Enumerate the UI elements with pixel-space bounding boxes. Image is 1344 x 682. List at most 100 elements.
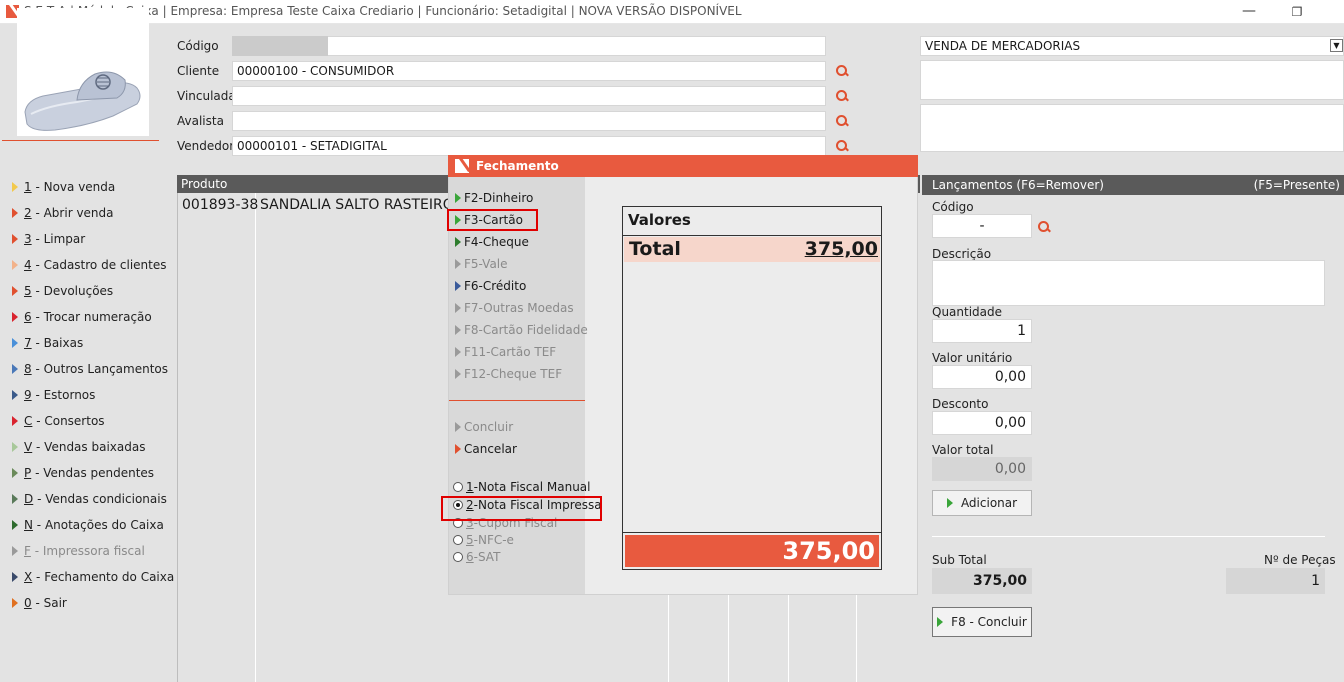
sidebar-item-5[interactable]: 5 - Devoluções: [12, 281, 113, 301]
total-value: 375,00: [804, 238, 878, 260]
sidebar-item-label: - Fechamento do Caixa: [32, 570, 175, 584]
lanc-codigo-input[interactable]: -: [932, 214, 1032, 238]
play-icon: [455, 259, 461, 269]
codigo-label: Código: [177, 39, 219, 53]
total-label: Total: [629, 238, 681, 260]
arrow-icon: [12, 520, 18, 530]
sidebar-item-p[interactable]: P - Vendas pendentes: [12, 463, 154, 483]
radio-button[interactable]: [453, 552, 463, 562]
sidebar-item-4[interactable]: 4 - Cadastro de clientes: [12, 255, 167, 275]
sidebar-item-v[interactable]: V - Vendas baixadas: [12, 437, 145, 457]
app-logo: [455, 159, 469, 173]
vendedor-label: Vendedor: [177, 139, 235, 153]
cliente-field[interactable]: 00000100 - CONSUMIDOR: [232, 61, 826, 81]
doc-option-6[interactable]: 6 -SAT: [453, 549, 500, 565]
lancamentos-header: Lançamentos (F6=Remover) (F5=Presente): [922, 175, 1344, 195]
vinculada-search-icon[interactable]: [835, 89, 849, 103]
sidebar-item-label: - Impressora fiscal: [30, 544, 145, 558]
cliente-search-icon[interactable]: [835, 64, 849, 78]
valores-bottom-separator: [623, 532, 881, 533]
sidebar-item-key: V: [24, 440, 33, 454]
venda-tipo-select[interactable]: VENDA DE MERCADORIAS: [920, 36, 1344, 56]
play-icon: [455, 237, 461, 247]
payment-f2-dinheiro[interactable]: F2-Dinheiro: [455, 189, 533, 207]
sidebar-item-9[interactable]: 9 - Estornos: [12, 385, 95, 405]
payment-f12-cheque-tef[interactable]: F12-Cheque TEF: [455, 365, 562, 383]
play-icon: [455, 369, 461, 379]
observacao-box-2[interactable]: [920, 104, 1344, 152]
lanc-codigo-search-icon[interactable]: [1037, 220, 1051, 234]
doc-option-key: 1: [466, 480, 474, 494]
play-icon: [937, 617, 944, 627]
radio-button[interactable]: [453, 535, 463, 545]
doc-option-label: -Nota Fiscal Manual: [473, 480, 591, 494]
payment-f11-cart-o-tef[interactable]: F11-Cartão TEF: [455, 343, 556, 361]
valores-title: Valores: [628, 211, 691, 229]
restore-button[interactable]: ❐: [1286, 2, 1308, 22]
sidebar-item-8[interactable]: 8 - Outros Lançamentos: [12, 359, 168, 379]
sidebar-item-key: 4: [24, 258, 32, 272]
sidebar-item-key: 8: [24, 362, 32, 376]
sidebar-item-c[interactable]: C - Consertos: [12, 411, 105, 431]
avalista-label: Avalista: [177, 114, 224, 128]
lanc-quantidade-input[interactable]: 1: [932, 319, 1032, 343]
sidebar-item-key: 0: [24, 596, 32, 610]
sidebar-item-7[interactable]: 7 - Baixas: [12, 333, 83, 353]
arrow-icon: [12, 468, 18, 478]
lanc-descricao-label: Descrição: [932, 247, 992, 261]
payment-f8-cart-o-fidelidade[interactable]: F8-Cartão Fidelidade: [455, 321, 588, 339]
lanc-valor-total-label: Valor total: [932, 443, 994, 457]
grid-cell-description[interactable]: SANDALIA SALTO RASTEIRO: [260, 197, 454, 213]
subtotal-label: Sub Total: [932, 553, 987, 567]
lanc-valor-unitario-input[interactable]: 0,00: [932, 365, 1032, 389]
modal-cancelar-button[interactable]: Cancelar: [455, 440, 517, 458]
doc-option-1[interactable]: 1 -Nota Fiscal Manual: [453, 479, 590, 495]
payment-label: F2-Dinheiro: [464, 191, 534, 205]
sidebar-item-f[interactable]: F - Impressora fiscal: [12, 541, 145, 561]
sidebar-item-1[interactable]: 1 - Nova venda: [12, 177, 115, 197]
avalista-field[interactable]: [232, 111, 826, 131]
lanc-desconto-input[interactable]: 0,00: [932, 411, 1032, 435]
sidebar-item-key: D: [24, 492, 34, 506]
modal-concluir-button[interactable]: Concluir: [455, 418, 513, 436]
concluir-f8-button[interactable]: F8 - Concluir: [932, 607, 1032, 637]
sidebar-item-n[interactable]: N - Anotações do Caixa: [12, 515, 164, 535]
sidebar-item-label: - Sair: [31, 596, 67, 610]
radio-button[interactable]: [453, 482, 463, 492]
sidebar-item-3[interactable]: 3 - Limpar: [12, 229, 85, 249]
lanc-descricao-input[interactable]: [932, 260, 1325, 306]
sidebar-item-2[interactable]: 2 - Abrir venda: [12, 203, 114, 223]
sidebar-item-label: - Vendas condicionais: [33, 492, 167, 506]
sidebar-item-key: 5: [24, 284, 32, 298]
sidebar-item-x[interactable]: X - Fechamento do Caixa: [12, 567, 174, 587]
payment-f6-cr-dito[interactable]: F6-Crédito: [455, 277, 526, 295]
sidebar-item-6[interactable]: 6 - Trocar numeração: [12, 307, 152, 327]
avalista-search-icon[interactable]: [835, 114, 849, 128]
vendedor-search-icon[interactable]: [835, 139, 849, 153]
sidebar-item-label: - Baixas: [31, 336, 84, 350]
sidebar-item-label: - Vendas baixadas: [32, 440, 146, 454]
play-icon: [455, 422, 461, 432]
sidebar-item-0[interactable]: 0 - Sair: [12, 593, 67, 613]
sidebar-item-label: - Abrir venda: [31, 206, 114, 220]
sidebar-item-d[interactable]: D - Vendas condicionais: [12, 489, 167, 509]
vendedor-field[interactable]: 00000101 - SETADIGITAL: [232, 136, 826, 156]
arrow-icon: [12, 312, 18, 322]
vinculada-label: Vinculada: [177, 89, 236, 103]
payment-f7-outras-moedas[interactable]: F7-Outras Moedas: [455, 299, 574, 317]
grid-cell-code[interactable]: 001893-38: [182, 197, 258, 213]
arrow-icon: [12, 390, 18, 400]
concluir-f8-label: F8 - Concluir: [951, 615, 1027, 629]
payment-label: F4-Cheque: [464, 235, 529, 249]
observacao-box-1[interactable]: [920, 60, 1344, 100]
doc-option-label: -SAT: [473, 550, 501, 564]
doc-option-5[interactable]: 5 -NFC-e: [453, 532, 514, 548]
adicionar-button[interactable]: Adicionar: [932, 490, 1032, 516]
payment-f4-cheque[interactable]: F4-Cheque: [455, 233, 529, 251]
vinculada-field[interactable]: [232, 86, 826, 106]
payment-f5-vale[interactable]: F5-Vale: [455, 255, 508, 273]
adicionar-label: Adicionar: [960, 496, 1018, 510]
chevron-down-icon[interactable]: ▼: [1330, 39, 1343, 52]
sidebar-divider: [2, 140, 159, 141]
minimize-button[interactable]: —: [1238, 2, 1260, 22]
